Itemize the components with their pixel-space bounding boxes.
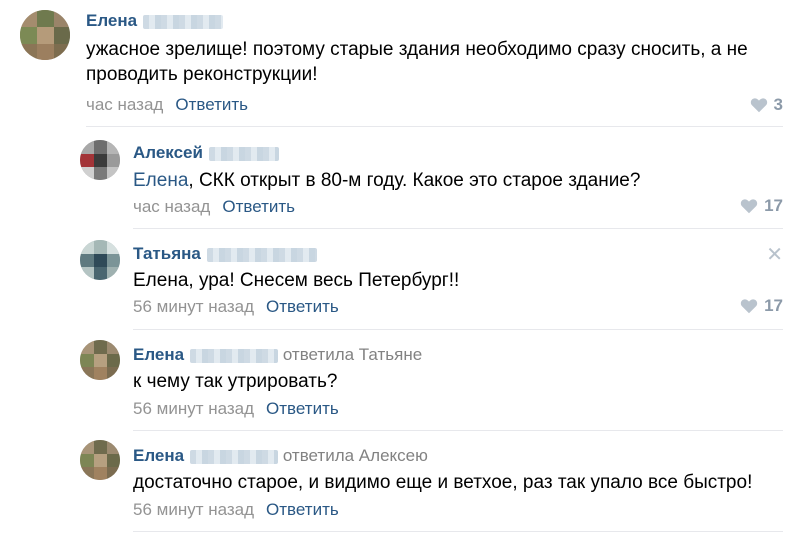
- divider: [133, 531, 783, 532]
- reply-button[interactable]: Ответить: [266, 399, 339, 418]
- heart-icon: [740, 299, 758, 314]
- comment-time[interactable]: 56 минут назад: [133, 500, 254, 519]
- reply-button[interactable]: Ответить: [266, 500, 339, 519]
- author-name[interactable]: Елена: [133, 446, 184, 465]
- comment-text: ужасное зрелище! поэтому старые здания н…: [86, 39, 748, 85]
- avatar[interactable]: [80, 240, 120, 280]
- like-button[interactable]: 3: [750, 95, 783, 115]
- like-button[interactable]: 17: [740, 296, 783, 316]
- author-name[interactable]: Алексей: [133, 143, 203, 162]
- reply-to-label[interactable]: ответила Алексею: [283, 446, 428, 465]
- divider: [86, 126, 783, 127]
- comment-text: достаточно старое, и видимо еще и ветхое…: [133, 472, 753, 493]
- reply-to-label[interactable]: ответила Татьяне: [283, 345, 422, 364]
- like-count: 17: [764, 296, 783, 315]
- comment-body: , СКК открыт в 80-м году. Какое это стар…: [188, 170, 641, 191]
- like-count: 17: [764, 196, 783, 215]
- comment-meta: 56 минут назад Ответить: [133, 297, 339, 317]
- reply-button[interactable]: Ответить: [222, 197, 295, 216]
- close-icon[interactable]: ✕: [766, 242, 783, 267]
- comment-author[interactable]: Алексей: [133, 143, 279, 163]
- mention-link[interactable]: Елена: [133, 170, 188, 191]
- avatar[interactable]: [80, 340, 120, 380]
- blurred-surname: [190, 449, 279, 464]
- comment-text: Елена, ура! Снесем весь Петербург!!: [133, 270, 460, 291]
- comment-author[interactable]: Татьяна: [133, 244, 317, 264]
- comment-meta: 56 минут назад Ответить: [133, 399, 339, 419]
- comment-meta: час назад Ответить: [133, 197, 295, 217]
- comment-text: Елена, СКК открыт в 80-м году. Какое это…: [133, 169, 640, 194]
- heart-icon: [750, 98, 767, 113]
- comment-time[interactable]: час назад: [133, 197, 210, 216]
- comment-meta: час назад Ответить: [86, 95, 248, 115]
- comment-time[interactable]: 56 минут назад: [133, 399, 254, 418]
- comment-text: к чему так утрировать?: [133, 371, 338, 392]
- blurred-surname: [143, 14, 224, 29]
- like-button[interactable]: 17: [740, 196, 783, 216]
- divider: [133, 228, 783, 229]
- like-count: 3: [773, 95, 783, 114]
- blurred-surname: [206, 247, 317, 262]
- reply-button[interactable]: Ответить: [266, 297, 339, 316]
- avatar[interactable]: [80, 140, 120, 180]
- author-name[interactable]: Татьяна: [133, 244, 201, 263]
- comment-time[interactable]: 56 минут назад: [133, 297, 254, 316]
- comment-time[interactable]: час назад: [86, 95, 163, 114]
- author-name[interactable]: Елена: [133, 345, 184, 364]
- divider: [133, 430, 783, 431]
- avatar[interactable]: [80, 440, 120, 480]
- reply-button[interactable]: Ответить: [175, 95, 248, 114]
- heart-icon: [740, 199, 758, 214]
- blurred-surname: [190, 348, 279, 363]
- comment-author[interactable]: Елена ответила Татьяне: [133, 345, 422, 365]
- divider: [133, 329, 783, 330]
- comment-author[interactable]: Елена ответила Алексею: [133, 446, 428, 466]
- blurred-surname: [208, 146, 279, 161]
- author-name[interactable]: Елена: [86, 11, 137, 30]
- comment-author[interactable]: Елена: [86, 11, 224, 31]
- comment-meta: 56 минут назад Ответить: [133, 500, 339, 520]
- avatar[interactable]: [20, 10, 70, 60]
